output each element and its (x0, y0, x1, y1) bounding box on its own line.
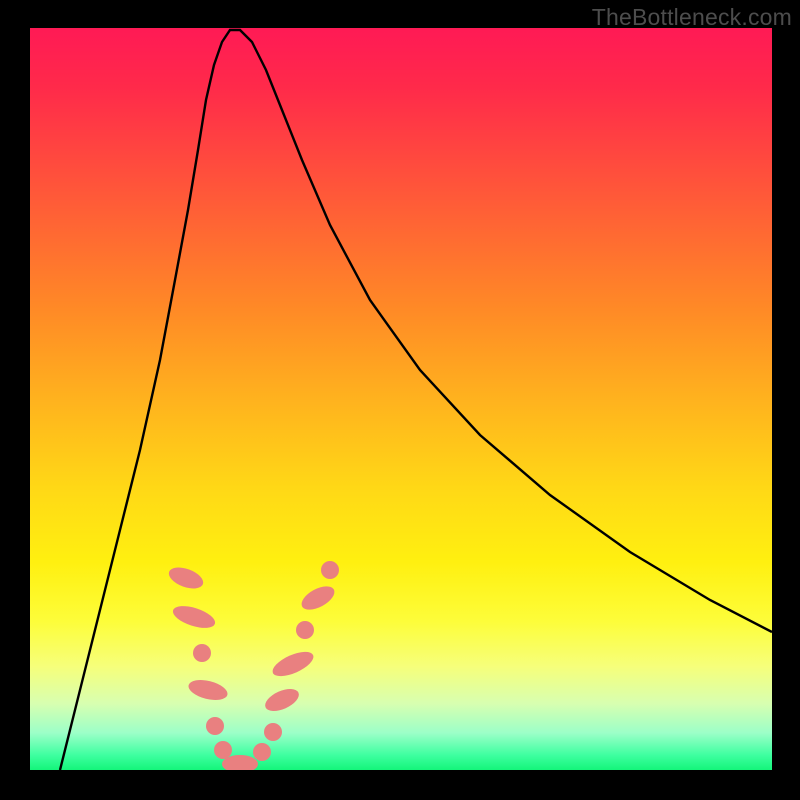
curve-marker (253, 743, 271, 761)
curve-marker (170, 602, 217, 633)
curve-marker (321, 561, 339, 579)
curve-marker (206, 717, 224, 735)
curve-marker (298, 582, 338, 615)
curve-markers (166, 561, 339, 770)
plot-frame (30, 28, 772, 770)
bottleneck-curve-svg (30, 28, 772, 770)
curve-marker (186, 676, 229, 703)
curve-marker (296, 621, 314, 639)
curve-marker (269, 647, 317, 681)
curve-marker (166, 563, 206, 592)
curve-marker (214, 741, 232, 759)
curve-marker (264, 723, 282, 741)
curve-marker (193, 644, 211, 662)
watermark-text: TheBottleneck.com (592, 4, 792, 31)
curve-marker (262, 684, 302, 715)
bottleneck-curve-path (60, 30, 772, 770)
